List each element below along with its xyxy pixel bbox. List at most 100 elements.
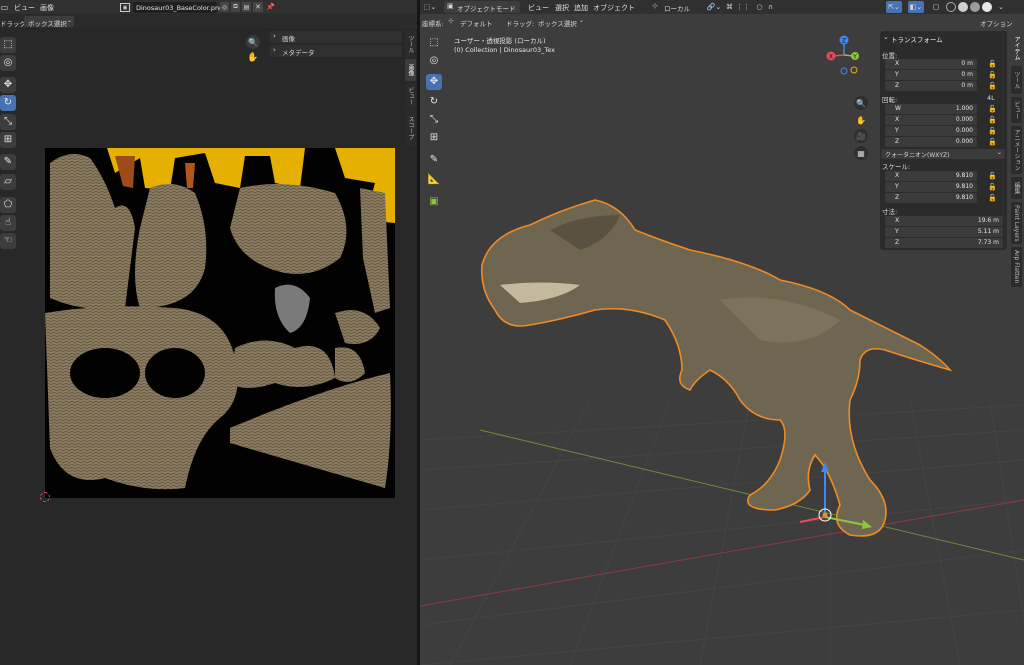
zoom-icon[interactable]: 🔍 — [854, 96, 868, 110]
snap-icon[interactable]: ⌘ — [725, 2, 734, 12]
lock-icon[interactable]: 🔓 — [988, 172, 997, 180]
rotation-mode-dropdown[interactable]: クォータニオン(WXYZ) ⌄ — [881, 149, 1005, 159]
options-dropdown[interactable]: オプション — [976, 16, 1022, 28]
lock-icon[interactable]: 🔓 — [988, 82, 997, 90]
menu-view[interactable]: ビュー — [528, 3, 549, 13]
panel-collapse-icon[interactable]: ⌄ — [883, 33, 889, 41]
tool-move[interactable]: ✥ — [0, 77, 16, 93]
lock-icon[interactable]: 🔓 — [988, 194, 997, 202]
rendered-shading-icon[interactable] — [982, 2, 992, 12]
image-name-field[interactable]: Dinosaur03_BaseColor.png — [133, 2, 223, 13]
tool-transform[interactable]: ⊞ — [426, 130, 442, 146]
menu-object[interactable]: オブジェクト — [593, 3, 635, 13]
menu-image[interactable]: 画像 — [40, 3, 54, 13]
uv-texture-image[interactable] — [45, 148, 395, 498]
tab-paint-layers[interactable]: Paint Layers — [1011, 202, 1022, 244]
zoom-icon[interactable]: 🔍 — [246, 35, 260, 49]
material-shading-icon[interactable] — [970, 2, 980, 12]
lock-icon[interactable]: 🔓 — [988, 138, 997, 146]
visibility-icon[interactable]: ⇱⌄ — [886, 1, 902, 13]
tool-grab[interactable]: ⬠ — [0, 197, 16, 213]
tab-item[interactable]: アイテム — [1011, 33, 1022, 63]
tool-relax[interactable]: ☝ — [0, 215, 16, 231]
rotation-z-field[interactable]: Z 0.000 — [885, 137, 977, 147]
tab-scopes[interactable]: スコープ — [405, 110, 416, 146]
3d-viewport[interactable]: ⬚⌄ ▣ オブジェクトモード ビュー 選択 追加 オブジェクト ⊹ ローカル 🔗… — [420, 0, 1024, 665]
location-x-field[interactable]: X0 m — [885, 59, 977, 69]
proportional-falloff-icon[interactable]: ∩ — [766, 2, 775, 12]
tool-rotate[interactable]: ↻ — [426, 94, 442, 110]
fake-user-icon[interactable]: ◎ — [220, 2, 229, 12]
open-folder-icon[interactable]: ▤ — [242, 2, 251, 12]
tool-select-box[interactable]: ⬚ — [426, 35, 442, 51]
gizmo-toggle-icon[interactable]: ◧⌄ — [908, 1, 924, 13]
tab-image[interactable]: 画像 — [405, 59, 416, 81]
tool-pinch[interactable]: ☜ — [0, 233, 16, 249]
panel-metadata[interactable]: › メタデータ — [270, 45, 402, 57]
proportional-icon[interactable]: ○ — [755, 2, 764, 12]
2d-cursor-icon[interactable] — [40, 492, 50, 502]
dimensions-y-field[interactable]: Y 5.11 m — [885, 227, 1003, 237]
tool-annotate[interactable]: ✎ — [426, 152, 442, 168]
tab-tool[interactable]: ツール — [405, 31, 416, 57]
solid-shading-icon[interactable] — [958, 2, 968, 12]
location-z-field[interactable]: Z0 m — [885, 81, 977, 91]
scale-x-field[interactable]: X 9.810 — [885, 171, 977, 181]
tool-scale[interactable]: ⤡ — [426, 112, 442, 128]
dimensions-x-field[interactable]: X 19.6 m — [885, 216, 1003, 226]
scale-y-field[interactable]: Y 9.810 — [885, 182, 977, 192]
rotation-y-field[interactable]: Y 0.000 — [885, 126, 977, 136]
camera-icon[interactable]: 🎥 — [854, 129, 868, 143]
tab-edit[interactable]: 編集 — [1011, 177, 1022, 199]
link-icon[interactable]: 🔗⌄ — [706, 2, 722, 12]
xray-icon[interactable]: ▢ — [930, 1, 942, 13]
lock-icon[interactable]: 🔓 — [988, 127, 997, 135]
location-y-field[interactable]: Y0 m — [885, 70, 977, 80]
tool-cursor[interactable]: ◎ — [426, 53, 442, 69]
tool-add-cube[interactable]: ▣ — [426, 194, 442, 210]
pin-icon[interactable]: 📌 — [266, 2, 275, 12]
tool-select-box[interactable]: ⬚ — [0, 37, 16, 53]
drag-select-dropdown[interactable]: ボックス選択 ⌄ — [534, 16, 586, 28]
menu-view[interactable]: ビュー — [14, 3, 35, 13]
scale-z-field[interactable]: Z 9.810 — [885, 193, 977, 203]
tab-arp-flatten[interactable]: Arp Flatten — [1011, 247, 1022, 287]
rotation-x-field[interactable]: X 0.000 — [885, 115, 977, 125]
hand-icon[interactable]: ✋ — [246, 51, 260, 65]
tool-transform[interactable]: ⊞ — [0, 132, 16, 148]
tool-cursor[interactable]: ◎ — [0, 55, 16, 71]
image-browse-icon[interactable]: ▣ — [120, 3, 130, 12]
menu-add[interactable]: 追加 — [574, 3, 588, 13]
panel-image[interactable]: › 画像 — [270, 31, 402, 43]
mode-dropdown[interactable]: ▣ オブジェクトモード — [444, 1, 520, 13]
hand-icon[interactable]: ✋ — [854, 113, 868, 127]
rotation-w-field[interactable]: W 1.000 — [885, 104, 977, 114]
drag-select-dropdown[interactable]: ボックス選択 ⌄ — [24, 16, 74, 28]
tool-annotate[interactable]: ✎ — [0, 154, 16, 170]
editor-type-icon[interactable]: ▭ — [0, 2, 9, 12]
orientation-dropdown[interactable]: ⊹ デフォルト — [448, 16, 496, 28]
shading-options-icon[interactable]: ⌄ — [996, 2, 1006, 12]
snap-settings-icon[interactable]: ⋮⋮ — [736, 2, 750, 12]
tool-scale[interactable]: ⤡ — [0, 114, 16, 130]
dimensions-z-field[interactable]: Z 7.73 m — [885, 238, 1003, 248]
transform-orientation[interactable]: ⊹ ローカル — [650, 1, 702, 13]
duplicate-icon[interactable]: ⧉ — [231, 2, 240, 12]
tool-measure[interactable]: 📐 — [426, 172, 442, 188]
tool-move[interactable]: ✥ — [426, 74, 442, 90]
wireframe-shading-icon[interactable] — [946, 2, 956, 12]
lock-icon[interactable]: 🔓 — [988, 60, 997, 68]
tab-view[interactable]: ビュー — [405, 83, 416, 108]
rotation-mode-badge[interactable]: 4L — [987, 94, 995, 102]
lock-icon[interactable]: 🔓 — [988, 183, 997, 191]
tab-view[interactable]: ビュー — [1011, 97, 1022, 123]
navigation-gizmo[interactable]: Z X Y — [824, 34, 864, 76]
lock-icon[interactable]: 🔓 — [988, 116, 997, 124]
editor-type-icon[interactable]: ⬚⌄ — [423, 2, 437, 12]
menu-select[interactable]: 選択 — [555, 3, 569, 13]
tab-tool[interactable]: ツール — [1011, 66, 1022, 94]
tool-rotate[interactable]: ↻ — [0, 95, 16, 111]
lock-icon[interactable]: 🔓 — [988, 71, 997, 79]
tab-animation[interactable]: アニメーション — [1011, 126, 1022, 174]
tool-rip[interactable]: ▱ — [0, 174, 16, 190]
